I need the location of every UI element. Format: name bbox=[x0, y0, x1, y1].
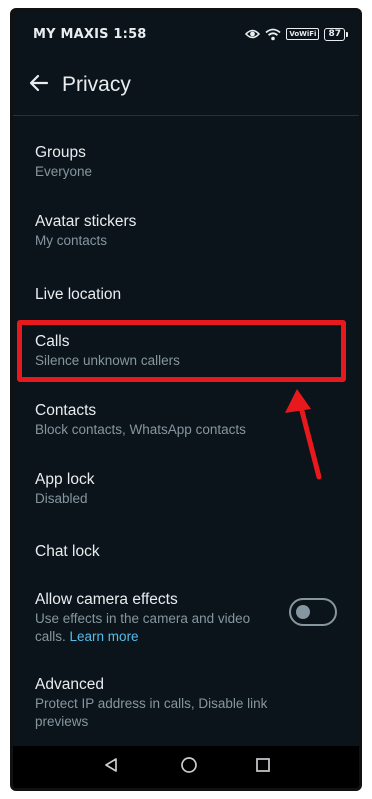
item-subtitle-text: Use effects in the camera and video call… bbox=[35, 611, 251, 644]
wifi-icon bbox=[265, 28, 281, 41]
app-bar: Privacy bbox=[13, 59, 359, 115]
back-triangle-icon bbox=[103, 757, 119, 777]
item-title: Groups bbox=[35, 144, 86, 161]
home-circle-icon bbox=[180, 756, 198, 778]
annotation-arrow-icon bbox=[285, 389, 322, 480]
phone-screen: MY MAXIS 1:58 VoWiFi 87 Privacy Groups E… bbox=[10, 8, 362, 791]
battery-icon: 87 bbox=[324, 27, 348, 41]
status-carrier-time: MY MAXIS 1:58 bbox=[33, 27, 147, 42]
status-icons: VoWiFi 87 bbox=[245, 25, 348, 43]
item-title: Allow camera effects bbox=[35, 591, 178, 608]
system-nav-bar bbox=[13, 746, 359, 788]
list-item-advanced[interactable]: Advanced Protect IP address in calls, Di… bbox=[13, 675, 359, 731]
status-bar: MY MAXIS 1:58 VoWiFi 87 bbox=[13, 11, 359, 55]
nav-back-button[interactable] bbox=[101, 757, 121, 777]
item-subtitle: Protect IP address in calls, Disable lin… bbox=[35, 696, 268, 729]
toggle-knob bbox=[296, 605, 310, 619]
back-button[interactable] bbox=[25, 71, 53, 99]
header-divider bbox=[13, 115, 359, 116]
list-item-live-location[interactable]: Live location bbox=[13, 285, 359, 305]
nav-home-button[interactable] bbox=[179, 757, 199, 777]
highlight-box bbox=[17, 320, 346, 382]
arrow-left-icon bbox=[29, 74, 49, 96]
list-item-chat-lock[interactable]: Chat lock bbox=[13, 542, 359, 562]
list-item-camera-effects[interactable]: Allow camera effects Use effects in the … bbox=[13, 590, 359, 646]
item-title: Chat lock bbox=[35, 543, 100, 560]
list-item-avatar-stickers[interactable]: Avatar stickers My contacts bbox=[13, 212, 359, 250]
item-subtitle: Disabled bbox=[35, 491, 88, 506]
learn-more-link[interactable]: Learn more bbox=[70, 629, 139, 644]
page-title: Privacy bbox=[62, 73, 131, 96]
item-title: Live location bbox=[35, 286, 122, 303]
item-subtitle: Use effects in the camera and video call… bbox=[35, 610, 267, 646]
eye-icon bbox=[245, 28, 261, 40]
nav-recents-button[interactable] bbox=[253, 757, 273, 777]
item-subtitle: Everyone bbox=[35, 164, 93, 179]
item-title: Advanced bbox=[35, 676, 104, 693]
camera-effects-toggle[interactable] bbox=[289, 598, 337, 626]
list-item-groups[interactable]: Groups Everyone bbox=[13, 143, 359, 181]
volte-badge: VoWiFi bbox=[286, 28, 320, 40]
item-subtitle: My contacts bbox=[35, 233, 108, 248]
recents-square-icon bbox=[255, 757, 271, 777]
item-title: Avatar stickers bbox=[35, 213, 137, 230]
